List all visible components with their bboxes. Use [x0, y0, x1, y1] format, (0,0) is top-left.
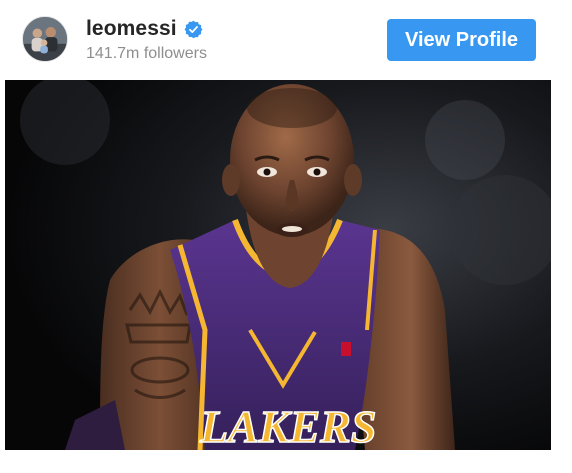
instagram-embed: leomessi 141.7m followers View Profile L…: [0, 0, 572, 473]
post-photo-illustration: LAKERS: [5, 80, 551, 450]
avatar-image: [23, 17, 67, 61]
profile-meta: leomessi 141.7m followers: [86, 16, 207, 63]
view-profile-button[interactable]: View Profile: [387, 19, 536, 61]
follower-count: 141.7m followers: [86, 45, 207, 62]
profile-avatar[interactable]: [22, 16, 68, 62]
post-header: leomessi 141.7m followers View Profile: [0, 0, 572, 80]
jersey-text: LAKERS: [199, 401, 376, 450]
post-image[interactable]: LAKERS: [5, 80, 551, 450]
verified-badge-icon: [184, 20, 203, 39]
name-row: leomessi: [86, 16, 207, 42]
username[interactable]: leomessi: [86, 17, 177, 41]
